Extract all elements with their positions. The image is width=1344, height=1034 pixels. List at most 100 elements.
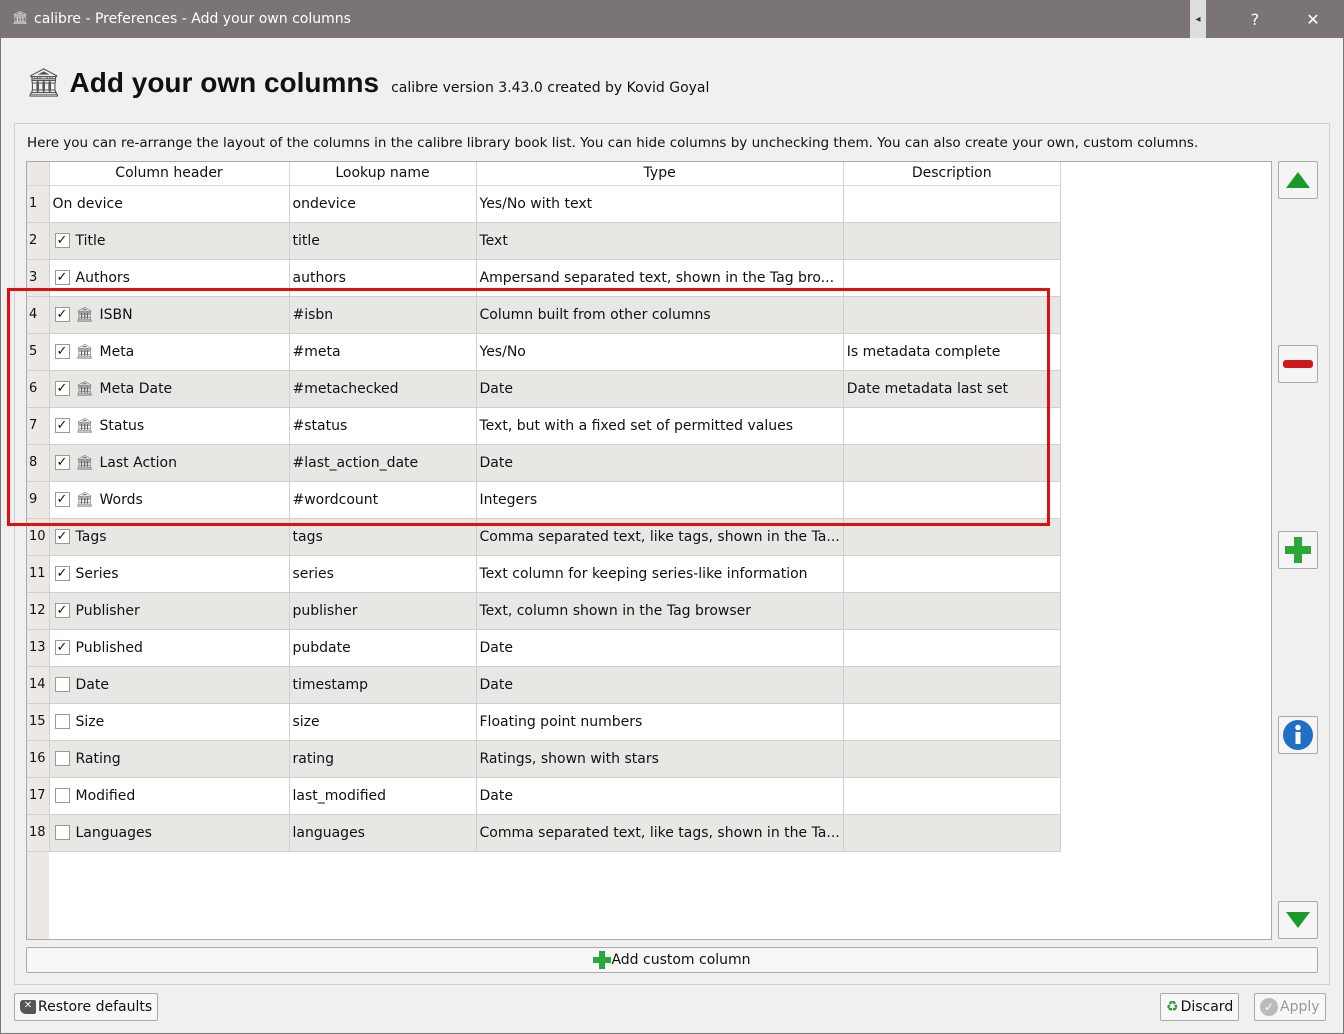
column-header-name: Series — [75, 565, 119, 582]
description-cell — [843, 481, 1061, 519]
remove-column-button[interactable] — [1278, 345, 1318, 383]
column-header-cell[interactable]: ✓ 🏛 Meta Date — [49, 370, 290, 408]
table-row[interactable]: 2 ✓ Title title Text — [27, 222, 1061, 260]
add-custom-column-button[interactable]: Add custom column — [26, 947, 1318, 973]
checkmark-icon: ✓ — [1260, 998, 1278, 1016]
type-cell: Yes/No with text — [476, 185, 844, 223]
table-row[interactable]: 7 ✓ 🏛 Status #status Text, but with a fixed s… — [27, 407, 1061, 445]
lookup-name-cell: #metachecked — [289, 370, 477, 408]
help-button[interactable]: ? — [1232, 0, 1278, 38]
description-cell: Is metadata complete — [843, 333, 1061, 371]
type-cell: Date — [476, 777, 844, 815]
description-cell — [843, 555, 1061, 593]
table-row[interactable]: 16 Rating rating Ratings, shown with stars — [27, 740, 1061, 778]
plus-icon — [1285, 537, 1311, 563]
lookup-name-cell: publisher — [289, 592, 477, 630]
apply-button[interactable]: ✓ Apply — [1254, 993, 1326, 1021]
table-row[interactable]: 9 ✓ 🏛 Words #wordcount Integers — [27, 481, 1061, 519]
visibility-checkbox[interactable]: ✓ — [54, 566, 70, 581]
table-row[interactable]: 14 Date timestamp Date — [27, 666, 1061, 704]
table-row[interactable]: 8 ✓ 🏛 Last Action #last_action_date Date — [27, 444, 1061, 482]
table-row[interactable]: 5 ✓ 🏛 Meta #meta Yes/No Is metadata complete — [27, 333, 1061, 371]
description-cell — [843, 814, 1061, 852]
column-header-cell[interactable]: Date — [49, 666, 290, 704]
column-header-cell[interactable]: ✓ Publisher — [49, 592, 290, 630]
column-header-cell[interactable]: Size — [49, 703, 290, 741]
table-row[interactable]: 17 Modified last_modified Date — [27, 777, 1061, 815]
column-header-cell[interactable]: ✓ Series — [49, 555, 290, 593]
column-header-cell[interactable]: ✓ 🏛 Last Action — [49, 444, 290, 482]
lookup-name-cell: size — [289, 703, 477, 741]
table-row[interactable]: 3 ✓ Authors authors Ampersand separated text… — [27, 259, 1061, 297]
column-header-cell[interactable]: ✓ Authors — [49, 259, 290, 297]
visibility-checkbox[interactable]: ✓ — [54, 418, 70, 433]
lookup-name-cell: title — [289, 222, 477, 260]
visibility-checkbox[interactable]: ✓ — [54, 381, 70, 396]
column-header-cell[interactable]: Languages — [49, 814, 290, 852]
table-row[interactable]: 12 ✓ Publisher publisher Text, column shown … — [27, 592, 1061, 630]
column-header-cell[interactable]: Modified — [49, 777, 290, 815]
visibility-checkbox[interactable]: ✓ — [54, 270, 70, 285]
description-cell — [843, 407, 1061, 445]
columns-table[interactable]: Column header Lookup name Type Descripti… — [26, 161, 1272, 940]
lookup-name-cell: tags — [289, 518, 477, 556]
col-header-lookup[interactable]: Lookup name — [289, 162, 477, 186]
column-header-cell[interactable]: On device — [49, 185, 290, 223]
col-header-column-header[interactable]: Column header — [49, 162, 290, 186]
column-header-cell[interactable]: ✓ Published — [49, 629, 290, 667]
visibility-checkbox[interactable] — [54, 677, 70, 692]
visibility-checkbox[interactable]: ✓ — [54, 529, 70, 544]
visibility-checkbox[interactable] — [54, 825, 70, 840]
page-header: 🏛 Add your own columns calibre version 3… — [26, 66, 709, 99]
move-down-button[interactable] — [1278, 901, 1318, 939]
column-header-name: Authors — [75, 269, 130, 286]
row-number: 7 — [27, 407, 50, 445]
table-row[interactable]: 10 ✓ Tags tags Comma separated text, like ta… — [27, 518, 1061, 556]
table-row[interactable]: 15 Size size Floating point numbers — [27, 703, 1061, 741]
column-header-cell[interactable]: ✓ 🏛 Status — [49, 407, 290, 445]
table-row[interactable]: 6 ✓ 🏛 Meta Date #metachecked Date Date metadat… — [27, 370, 1061, 408]
custom-column-icon: 🏛 — [75, 454, 94, 471]
column-header-cell[interactable]: Rating — [49, 740, 290, 778]
visibility-checkbox[interactable]: ✓ — [54, 492, 70, 507]
discard-button[interactable]: ♻ Discard — [1160, 993, 1240, 1021]
type-cell: Ratings, shown with stars — [476, 740, 844, 778]
description-cell — [843, 185, 1061, 223]
visibility-checkbox[interactable] — [54, 751, 70, 766]
row-number: 17 — [27, 777, 50, 815]
column-header-name: Publisher — [75, 602, 140, 619]
visibility-checkbox[interactable]: ✓ — [54, 603, 70, 618]
row-number: 3 — [27, 259, 50, 297]
visibility-checkbox[interactable]: ✓ — [54, 307, 70, 322]
visibility-checkbox[interactable]: ✓ — [54, 233, 70, 248]
visibility-checkbox[interactable] — [54, 714, 70, 729]
visibility-checkbox[interactable]: ✓ — [54, 344, 70, 359]
restore-defaults-label: Restore defaults — [38, 999, 153, 1015]
column-header-cell[interactable]: ✓ 🏛 Words — [49, 481, 290, 519]
visibility-checkbox[interactable]: ✓ — [54, 640, 70, 655]
restore-defaults-button[interactable]: ✕ Restore defaults — [14, 993, 159, 1021]
col-header-description[interactable]: Description — [843, 162, 1061, 186]
type-cell: Text — [476, 222, 844, 260]
table-row[interactable]: 4 ✓ 🏛 ISBN #isbn Column built from other colu… — [27, 296, 1061, 334]
table-row[interactable]: 11 ✓ Series series Text column for keeping s… — [27, 555, 1061, 593]
close-button[interactable]: ✕ — [1290, 0, 1336, 38]
column-header-cell[interactable]: ✓ Tags — [49, 518, 290, 556]
column-header-cell[interactable]: ✓ Title — [49, 222, 290, 260]
table-row[interactable]: 1 On device ondevice Yes/No with text — [27, 185, 1061, 223]
visibility-checkbox[interactable] — [54, 788, 70, 803]
col-header-type[interactable]: Type — [476, 162, 844, 186]
table-row[interactable]: 13 ✓ Published pubdate Date — [27, 629, 1061, 667]
type-cell: Text, but with a fixed set of permitted … — [476, 407, 844, 445]
description-cell — [843, 629, 1061, 667]
info-button[interactable] — [1278, 716, 1318, 754]
column-header-name: Rating — [75, 750, 121, 767]
add-column-side-button[interactable] — [1278, 531, 1318, 569]
window-menu-handle[interactable]: ◂ — [1190, 0, 1206, 38]
column-header-cell[interactable]: ✓ 🏛 ISBN — [49, 296, 290, 334]
column-header-cell[interactable]: ✓ 🏛 Meta — [49, 333, 290, 371]
table-row[interactable]: 18 Languages languages Comma separated text… — [27, 814, 1061, 852]
move-up-button[interactable] — [1278, 161, 1318, 199]
description-cell — [843, 259, 1061, 297]
visibility-checkbox[interactable]: ✓ — [54, 455, 70, 470]
